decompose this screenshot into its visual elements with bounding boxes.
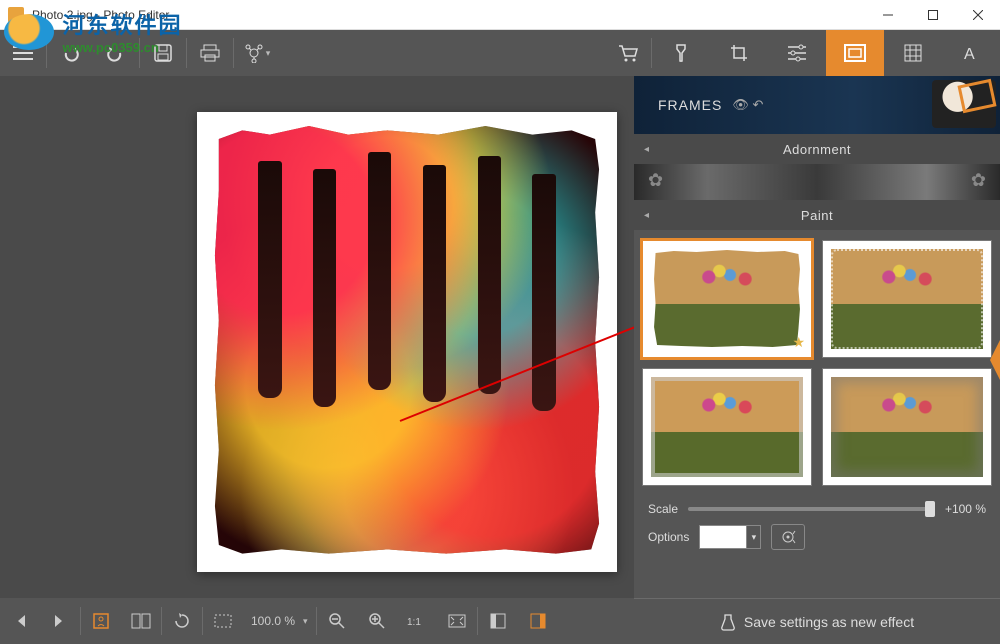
- frame-thumbnails-grid: ★: [634, 230, 1000, 496]
- right-panel: FRAMES 👁 ↶ ◂ Adornment ◂ Paint ★: [634, 76, 1000, 644]
- tab-text[interactable]: A: [942, 30, 1000, 76]
- window-title: Photo 2.jpg - Photo Editor: [32, 8, 169, 22]
- options-control-row: Options ▾: [634, 520, 1000, 560]
- frames-header-icons[interactable]: 👁 ↶: [732, 97, 763, 113]
- save-button[interactable]: [140, 30, 186, 76]
- app-icon: [8, 7, 24, 23]
- frame-thumb-2[interactable]: [822, 240, 992, 358]
- visibility-toggle-icon[interactable]: 👁: [732, 97, 749, 112]
- chevron-down-icon[interactable]: ▾: [303, 616, 308, 627]
- caret-icon: ◂: [644, 144, 650, 155]
- frame-thumb-3[interactable]: [642, 368, 812, 486]
- favorite-star-icon[interactable]: ★: [792, 334, 805, 351]
- adornment-preview-strip[interactable]: [634, 164, 1000, 200]
- randomize-button[interactable]: [771, 524, 805, 550]
- canvas-viewport[interactable]: [0, 76, 634, 598]
- save-effect-label: Save settings as new effect: [744, 614, 914, 630]
- bottom-toolbar: 100.0 % ▾ 1:1: [0, 598, 634, 644]
- rotate-button[interactable]: [162, 598, 202, 644]
- redo-button[interactable]: [93, 30, 139, 76]
- caret-icon: ◂: [644, 210, 650, 221]
- options-label: Options: [648, 530, 689, 544]
- frame-preview: [831, 377, 983, 477]
- next-image-button[interactable]: [40, 598, 80, 644]
- scale-value-text: +100 %: [945, 502, 986, 516]
- prev-image-button[interactable]: [0, 598, 40, 644]
- zoom-level-text: 100.0 %: [243, 614, 303, 628]
- tab-crop[interactable]: [710, 30, 768, 76]
- scale-slider[interactable]: [688, 507, 935, 511]
- canvas-area: 100.0 % ▾ 1:1: [0, 76, 634, 644]
- chevron-down-icon: ▾: [266, 48, 271, 59]
- right-panel-tabs: A: [652, 30, 1000, 76]
- frame-thumb-4[interactable]: [822, 368, 992, 486]
- zoom-preset-button[interactable]: [203, 598, 243, 644]
- section-paint-label: Paint: [801, 208, 833, 223]
- tab-frames[interactable]: [826, 30, 884, 76]
- share-button[interactable]: ▾: [234, 30, 280, 76]
- window-minimize-button[interactable]: [865, 0, 910, 30]
- frame-preview: [831, 249, 983, 349]
- view-single-button[interactable]: [81, 598, 121, 644]
- section-adornment-header[interactable]: ◂ Adornment: [634, 134, 1000, 164]
- zoom-in-button[interactable]: [357, 598, 397, 644]
- frames-panel-header: FRAMES 👁 ↶: [634, 76, 1000, 134]
- section-adornment-label: Adornment: [783, 142, 851, 157]
- menu-button[interactable]: [0, 30, 46, 76]
- panel-left-button[interactable]: [478, 598, 518, 644]
- main-toolbar: ▾ A: [0, 30, 1000, 76]
- scale-control-row: Scale +100 %: [634, 496, 1000, 520]
- zoom-out-button[interactable]: [317, 598, 357, 644]
- frame-preview: [651, 377, 803, 477]
- reset-icon[interactable]: ↶: [752, 97, 763, 112]
- print-button[interactable]: [187, 30, 233, 76]
- frames-header-title: FRAMES: [658, 97, 722, 113]
- color-dropdown-button[interactable]: ▾: [747, 525, 761, 549]
- tab-textures[interactable]: [884, 30, 942, 76]
- photo-with-frame[interactable]: [197, 112, 617, 572]
- window-maximize-button[interactable]: [910, 0, 955, 30]
- view-compare-button[interactable]: [121, 598, 161, 644]
- cart-button[interactable]: [605, 30, 651, 76]
- frame-thumb-1[interactable]: ★: [642, 240, 812, 358]
- window-titlebar: Photo 2.jpg - Photo Editor: [0, 0, 1000, 30]
- save-as-new-effect-button[interactable]: Save settings as new effect: [634, 598, 1000, 644]
- scale-label: Scale: [648, 502, 678, 516]
- svg-text:1:1: 1:1: [407, 617, 421, 628]
- svg-text:A: A: [964, 46, 975, 62]
- panel-right-button[interactable]: [518, 598, 558, 644]
- frame-color-swatch[interactable]: [699, 525, 747, 549]
- section-paint-header[interactable]: ◂ Paint: [634, 200, 1000, 230]
- undo-button[interactable]: [47, 30, 93, 76]
- window-close-button[interactable]: [955, 0, 1000, 30]
- frame-preview: [651, 249, 803, 349]
- tab-effects[interactable]: [652, 30, 710, 76]
- zoom-fit-button[interactable]: [437, 598, 477, 644]
- workspace: 100.0 % ▾ 1:1 FRAMES 👁 ↶ ◂ Adornment: [0, 76, 1000, 644]
- zoom-actual-button[interactable]: 1:1: [397, 598, 437, 644]
- flask-icon: [720, 613, 736, 631]
- frames-header-illustration: [932, 80, 996, 128]
- photo-content: [211, 126, 603, 558]
- tab-adjust[interactable]: [768, 30, 826, 76]
